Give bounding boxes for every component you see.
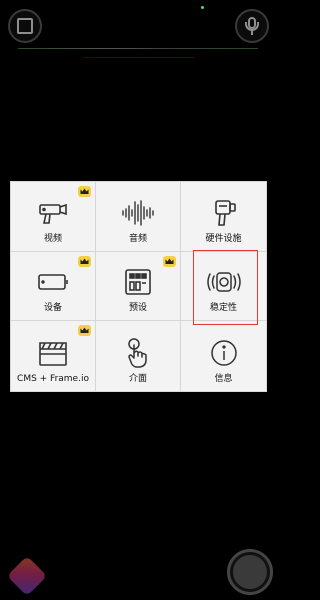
frame-toggle-button[interactable] [8, 9, 42, 43]
menu-item-label: 硬件设施 [205, 233, 242, 244]
square-icon [17, 18, 33, 34]
menu-item-label: 预设 [128, 303, 147, 314]
app-logo-icon[interactable] [6, 555, 48, 597]
touch-hand-icon [118, 337, 158, 369]
record-button[interactable] [227, 549, 273, 595]
menu-item-info[interactable]: 信息 [181, 321, 266, 391]
mic-icon [245, 17, 259, 35]
crown-icon [78, 325, 91, 337]
record-icon [233, 555, 267, 589]
audio-level-meter [18, 48, 258, 49]
status-indicator-dot [201, 6, 204, 9]
video-camera-icon [33, 197, 73, 229]
menu-item-label: 设备 [43, 303, 62, 314]
menu-item-label: 视频 [43, 233, 62, 244]
microphone-button[interactable] [235, 9, 269, 43]
device-icon [33, 266, 73, 298]
menu-item-hardware[interactable]: 硬件设施 [181, 182, 266, 252]
settings-menu-panel: 视频 音频 硬件设施 设备 预设 稳定性 CMS + Frame.io 介面 信… [10, 181, 267, 392]
menu-item-label: 信息 [214, 373, 233, 384]
menu-item-cms-frameio[interactable]: CMS + Frame.io [11, 321, 96, 391]
menu-item-label: CMS + Frame.io [17, 373, 89, 384]
menu-item-device[interactable]: 设备 [11, 251, 96, 322]
preset-icon [118, 266, 158, 298]
menu-item-label: 音频 [128, 233, 147, 244]
menu-item-video[interactable]: 视频 [11, 182, 96, 252]
menu-item-preset[interactable]: 预设 [96, 251, 181, 322]
crown-icon [163, 255, 176, 267]
menu-item-label: 介面 [128, 373, 147, 384]
stabilization-icon [204, 266, 244, 298]
crown-icon [78, 255, 91, 267]
crown-icon [78, 186, 91, 197]
info-icon [204, 337, 244, 369]
menu-item-interface[interactable]: 介面 [96, 321, 181, 391]
audio-level-meter-secondary [84, 57, 194, 58]
clapperboard-icon [33, 337, 73, 369]
menu-item-label: 稳定性 [209, 303, 237, 314]
hardware-camera-icon [204, 197, 244, 229]
menu-item-audio[interactable]: 音频 [96, 182, 181, 252]
audio-waveform-icon [118, 197, 158, 229]
menu-item-stabilization[interactable]: 稳定性 [181, 252, 266, 322]
